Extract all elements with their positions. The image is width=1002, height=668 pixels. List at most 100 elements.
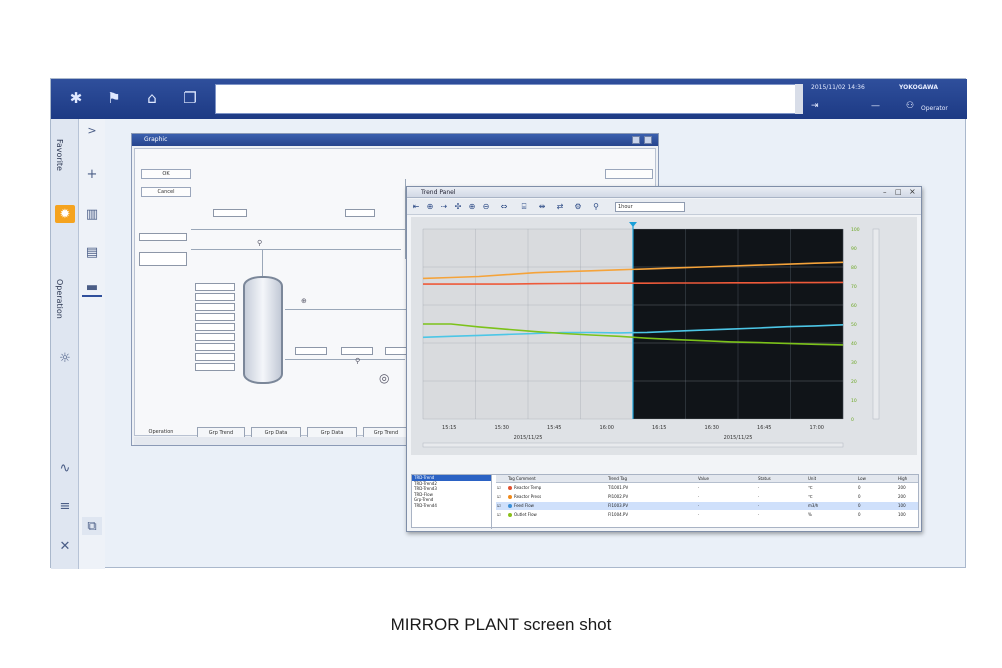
logout-icon[interactable]: ⇥ [811, 101, 819, 111]
table-row[interactable]: ☑ Reactor Temp TI1001.PV - - ℃ 0 200 [496, 484, 918, 492]
mute-speaker-icon[interactable]: ✕ [55, 537, 75, 555]
tag-value-box[interactable] [195, 323, 235, 331]
x-tick-label: 16:15 [652, 425, 666, 431]
row-checkbox[interactable]: ☑ [497, 484, 501, 492]
user-label: Operator [921, 105, 948, 112]
message-bar[interactable] [215, 84, 797, 114]
tag-value-box[interactable] [139, 252, 187, 266]
table-header-cell[interactable]: Low [858, 475, 866, 483]
x-tick-label: 15:45 [547, 425, 561, 431]
message-bar-scrollbar[interactable] [795, 84, 803, 114]
compress-icon[interactable]: ⇹ [537, 202, 547, 212]
row-checkbox[interactable]: ☑ [497, 493, 501, 501]
list-icon[interactable]: ≡ [55, 497, 75, 515]
screen-copy-icon[interactable]: ⧉ [82, 517, 102, 535]
tag-value-box[interactable] [195, 333, 235, 341]
user-icon[interactable]: ⚇ [906, 101, 914, 111]
system-icon[interactable]: ✱ [61, 83, 91, 113]
tag-value-box[interactable] [195, 353, 235, 361]
y-tick-label: 80 [851, 265, 857, 271]
panel-icon[interactable]: ▤ [82, 243, 102, 261]
arrow-icon[interactable]: ⇢ [439, 202, 449, 212]
pump-icon[interactable]: ⊕ [301, 297, 307, 305]
restore-icon[interactable]: □ [895, 188, 902, 196]
sidebar-label-favorite[interactable]: Favorite [55, 139, 64, 171]
sun-icon[interactable]: ☼ [55, 349, 75, 367]
valve-icon[interactable]: ⚲ [355, 357, 360, 365]
tag-value-box[interactable] [195, 283, 235, 291]
graphic-action-button[interactable] [605, 169, 653, 179]
trend-group-item[interactable]: TRD-Trend4 [412, 503, 491, 509]
table-cell-value: - [698, 503, 700, 508]
tag-value-box[interactable] [195, 293, 235, 301]
settings-icon[interactable]: ⚙ [573, 202, 583, 212]
table-cell-comment: Reactor Press [508, 493, 541, 501]
x-tick-label: 16:45 [757, 425, 771, 431]
tag-value-box[interactable] [213, 209, 247, 217]
table-header-cell[interactable]: Tag Comment [508, 475, 536, 483]
window-icon[interactable]: ❐ [175, 83, 205, 113]
cancel-button[interactable]: Cancel [141, 187, 191, 197]
tag-value-box[interactable] [195, 313, 235, 321]
sidebar-label-operation[interactable]: Operation [55, 279, 64, 319]
trend-group-list: TRD-Trend TRD-Trend2 TRD-Trend3 TRD-Flow Grp… [412, 475, 492, 529]
table-header-cell[interactable]: Unit [808, 475, 816, 483]
close-icon[interactable]: × [909, 187, 916, 196]
pump-icon[interactable]: ◎ [379, 371, 389, 385]
bar-chart-icon[interactable]: ▥ [82, 205, 102, 223]
graphic-window-titlebar[interactable]: Graphic [132, 134, 658, 146]
pen-color-swatch [508, 495, 512, 499]
valve-icon[interactable]: ⚲ [257, 239, 262, 247]
tag-value-box[interactable] [295, 347, 327, 355]
tag-value-box[interactable] [345, 209, 375, 217]
tag-value-box[interactable] [195, 363, 235, 371]
scroll-icon[interactable]: ⇄ [555, 202, 565, 212]
x-tick-label: 15:15 [442, 425, 456, 431]
time-span-select[interactable]: 1hour [615, 202, 685, 212]
graphic-window-title: Graphic [144, 136, 168, 143]
row-checkbox[interactable]: ☑ [497, 511, 501, 519]
table-header-cell[interactable]: Value [698, 475, 709, 483]
table-row[interactable]: ☑ Feed Flow FI1003.PV - - m3/h 0 100 [496, 502, 918, 510]
x-tick-label: 16:00 [600, 425, 614, 431]
table-header-row: Tag Comment Trend Tag Value Status Unit Low Hi… [496, 475, 918, 483]
trend-window-titlebar[interactable]: Trend Panel – □ × [407, 187, 921, 198]
table-cell-low: 0 [858, 503, 861, 508]
alarm-bell-icon[interactable]: ✹ [55, 205, 75, 223]
zoom-icon[interactable]: ⊕ [425, 202, 435, 212]
tile-icon[interactable]: ▬ [82, 279, 102, 297]
operator-icon[interactable]: ⚑ [99, 83, 129, 113]
row-checkbox[interactable]: ☑ [497, 502, 501, 510]
maximize-button[interactable] [632, 136, 640, 144]
y-tick-label: 20 [851, 379, 857, 385]
tag-value-box[interactable] [139, 233, 187, 241]
tag-value-box[interactable] [385, 347, 407, 355]
table-header-cell[interactable]: Status [758, 475, 771, 483]
ok-button[interactable]: OK [141, 169, 191, 179]
table-row[interactable]: ☑ Outlet Flow FI1004.PV - -% 0 100 [496, 511, 918, 519]
close-button[interactable] [644, 136, 652, 144]
tag-value-box[interactable] [195, 343, 235, 351]
graphic-icon[interactable]: ⌂ [137, 83, 167, 113]
expand-icon[interactable]: ⇔ [499, 202, 509, 212]
table-header-cell[interactable]: Trend Tag [608, 475, 627, 483]
y-tick-label: 30 [851, 360, 857, 366]
zoom-out-icon[interactable]: ⊖ [481, 202, 491, 212]
add-icon[interactable]: + [82, 165, 102, 183]
tag-value-box[interactable] [195, 303, 235, 311]
trend-chart: 15:15 15:30 15:45 16:00 16:15 16:30 16:45 17:00… [411, 217, 917, 455]
minimize-icon[interactable]: – [883, 188, 887, 196]
chart-icon[interactable]: ⌸ [519, 202, 529, 212]
tag-value-box[interactable] [341, 347, 373, 355]
waveform-icon[interactable]: ∿ [55, 459, 75, 477]
cursor-icon[interactable]: ✣ [453, 202, 463, 212]
pin-icon[interactable]: ⚲ [591, 202, 601, 212]
minimize-icon[interactable]: — [871, 101, 880, 111]
table-header-cell[interactable]: High [898, 475, 907, 483]
trend-window-title: Trend Panel [421, 189, 456, 196]
zoom-in-icon[interactable]: ⊕ [467, 202, 477, 212]
arrow-left-icon[interactable]: ⇤ [411, 202, 421, 212]
table-cell-status: - [758, 485, 760, 490]
expand-chevron-icon[interactable]: > [82, 121, 102, 139]
table-row[interactable]: ☑ Reactor Press PI1002.PV - - ℃ 0 200 [496, 493, 918, 501]
